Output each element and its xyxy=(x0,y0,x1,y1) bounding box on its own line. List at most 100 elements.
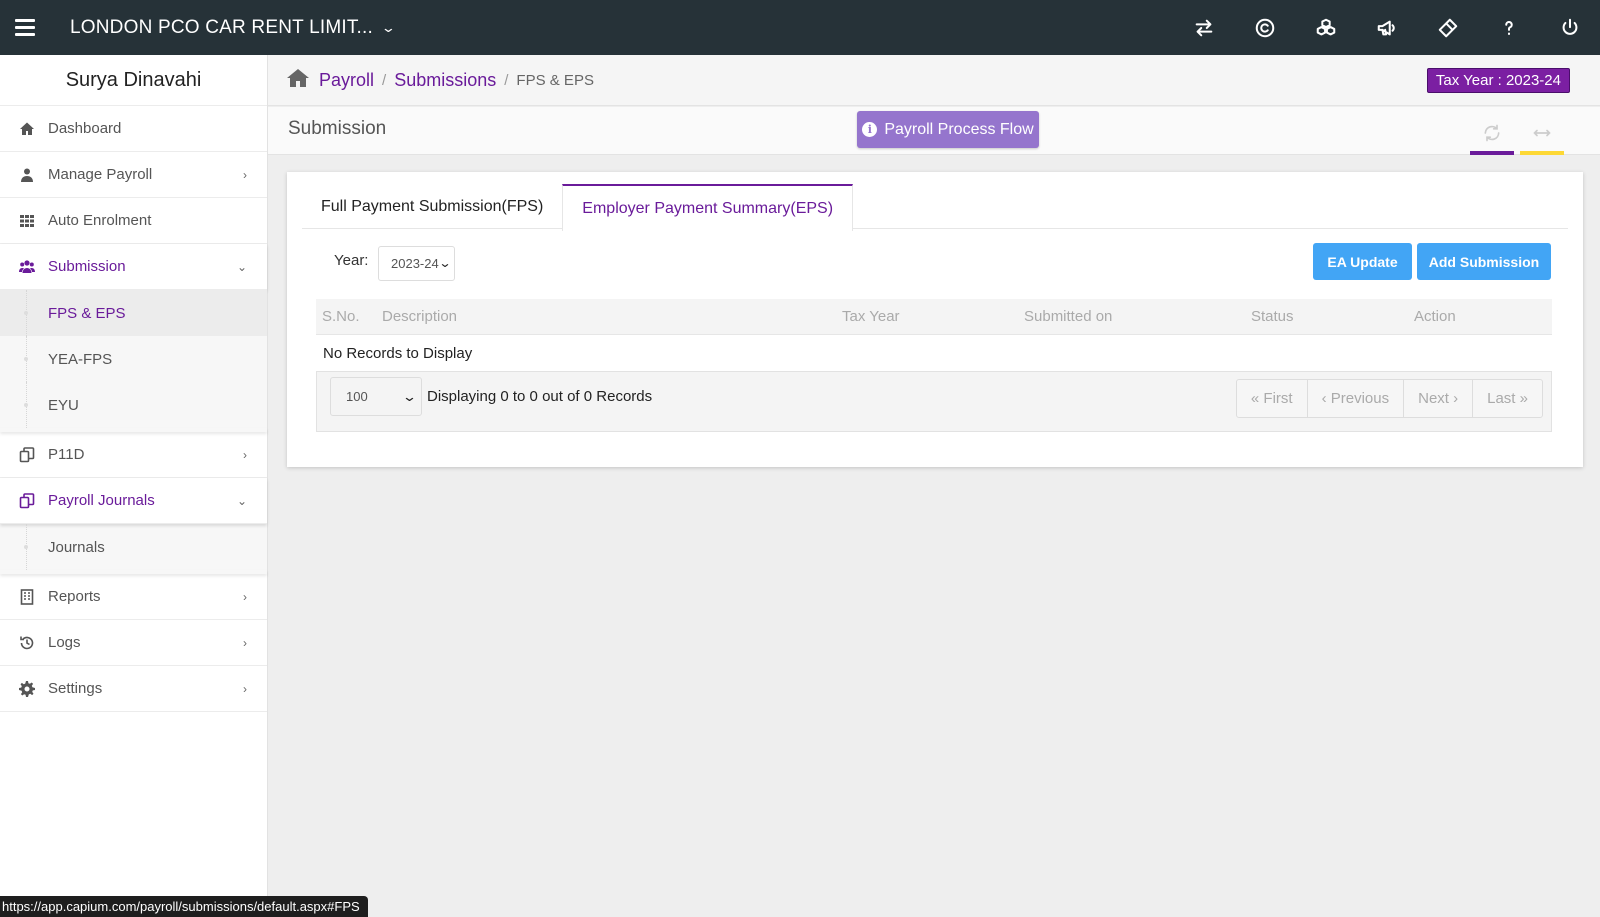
breadcrumb: Payroll / Submissions / FPS & EPS Tax Ye… xyxy=(268,55,1600,106)
sidebar-subitem-yea-fps[interactable]: YEA-FPS xyxy=(0,336,267,382)
submission-panel: Full Payment Submission(FPS) Employer Pa… xyxy=(287,172,1583,467)
sidebar-item-label: Manage Payroll xyxy=(48,166,153,183)
sidebar-item-auto-enrolment[interactable]: Auto Enrolment xyxy=(0,198,267,244)
pagination-bar: 100 ⌄ Displaying 0 to 0 out of 0 Records… xyxy=(316,371,1552,432)
home-icon xyxy=(18,120,36,138)
sidebar-item-label: Submission xyxy=(48,258,126,275)
page-header: Submission i Payroll Process Flow xyxy=(268,107,1600,155)
sidebar-item-label: Logs xyxy=(48,634,81,651)
sidebar-item-dashboard[interactable]: Dashboard xyxy=(0,106,267,152)
chevron-right-icon: › xyxy=(243,589,247,604)
journals-submenu: Journals xyxy=(0,524,267,570)
column-header-tax-year[interactable]: Tax Year xyxy=(842,308,900,325)
page-title: Submission xyxy=(288,118,387,139)
chevron-down-icon: ⌄ xyxy=(401,389,418,404)
chevron-right-icon: › xyxy=(243,447,247,462)
sidebar-item-label: Payroll Journals xyxy=(48,492,155,509)
sidebar-item-logs[interactable]: Logs › xyxy=(0,620,267,666)
submissions-table: S.No. Description Tax Year Submitted on … xyxy=(316,299,1552,432)
copy-icon xyxy=(18,492,36,510)
help-icon[interactable] xyxy=(1478,0,1539,55)
sidebar-subitem-label: Journals xyxy=(48,538,105,556)
sidebar-subitem-eyu[interactable]: EYU xyxy=(0,382,267,428)
top-icons xyxy=(1173,0,1600,55)
breadcrumb-submissions[interactable]: Submissions xyxy=(394,70,496,91)
history-icon xyxy=(18,634,36,652)
chevron-down-icon: ⌄ xyxy=(380,19,397,35)
column-header-action: Action xyxy=(1414,308,1456,325)
pagination-info: Displaying 0 to 0 out of 0 Records xyxy=(427,388,653,405)
year-select[interactable]: 2023-24 ⌄ xyxy=(378,246,455,281)
sidebar-item-label: P11D xyxy=(48,446,85,463)
breadcrumb-separator: / xyxy=(504,71,509,89)
sidebar-subitem-label: FPS & EPS xyxy=(48,304,126,322)
payroll-process-flow-button[interactable]: i Payroll Process Flow xyxy=(857,111,1039,148)
users-icon xyxy=(18,258,36,276)
ea-update-button[interactable]: EA Update xyxy=(1313,243,1412,280)
sidebar-item-manage-payroll[interactable]: Manage Payroll › xyxy=(0,152,267,198)
home-icon[interactable] xyxy=(287,68,309,93)
add-submission-button[interactable]: Add Submission xyxy=(1417,243,1551,280)
menu-toggle-icon[interactable] xyxy=(0,0,50,55)
tax-year-badge: Tax Year : 2023-24 xyxy=(1426,68,1570,93)
sidebar-subitem-fps-eps[interactable]: FPS & EPS xyxy=(0,290,267,336)
info-icon: i xyxy=(862,122,878,137)
sidebar-item-label: Dashboard xyxy=(48,120,122,137)
sidebar-item-submission[interactable]: Submission ⌄ xyxy=(0,244,267,290)
ticket-icon[interactable] xyxy=(1417,0,1478,55)
breadcrumb-separator: / xyxy=(382,71,387,89)
breadcrumb-payroll[interactable]: Payroll xyxy=(319,70,374,91)
empty-table-message: No Records to Display xyxy=(323,344,473,362)
company-selector[interactable]: LONDON PCO CAR RENT LIMIT... ⌄ xyxy=(70,16,397,39)
refresh-icon[interactable] xyxy=(1470,115,1514,155)
previous-page-button[interactable]: ‹ Previous xyxy=(1306,380,1404,417)
user-icon xyxy=(18,166,36,184)
top-bar: LONDON PCO CAR RENT LIMIT... ⌄ xyxy=(0,0,1600,55)
sidebar-item-label: Auto Enrolment xyxy=(48,212,152,229)
sidebar-item-settings[interactable]: Settings › xyxy=(0,666,267,712)
chevron-down-icon: ⌄ xyxy=(236,259,247,274)
tab-eps[interactable]: Employer Payment Summary(EPS) xyxy=(562,184,854,231)
gear-icon xyxy=(18,680,36,698)
column-header-sno[interactable]: S.No. xyxy=(322,308,360,325)
page-size-value: 100 xyxy=(346,389,368,404)
power-icon[interactable] xyxy=(1539,0,1600,55)
building-icon xyxy=(18,588,36,606)
year-label: Year: xyxy=(334,252,369,269)
column-header-submitted-on[interactable]: Submitted on xyxy=(1024,308,1112,325)
swap-icon[interactable] xyxy=(1173,0,1234,55)
tab-fps[interactable]: Full Payment Submission(FPS) xyxy=(302,184,562,229)
copy-icon xyxy=(18,446,36,464)
chevron-right-icon: › xyxy=(243,681,247,696)
chevron-down-icon: ⌄ xyxy=(438,256,452,270)
company-name: LONDON PCO CAR RENT LIMIT... xyxy=(70,16,373,38)
submission-tabs: Full Payment Submission(FPS) Employer Pa… xyxy=(302,184,1568,231)
first-page-button[interactable]: « First xyxy=(1237,380,1307,417)
status-bar-url: https://app.capium.com/payroll/submissio… xyxy=(0,896,368,917)
sidebar-item-label: Settings xyxy=(48,680,103,697)
year-select-value: 2023-24 xyxy=(391,256,439,271)
column-header-description[interactable]: Description xyxy=(382,308,457,325)
column-header-status[interactable]: Status xyxy=(1251,308,1294,325)
cubes-icon[interactable] xyxy=(1295,0,1356,55)
grid-icon xyxy=(18,212,36,230)
megaphone-icon[interactable] xyxy=(1356,0,1417,55)
sidebar-item-reports[interactable]: Reports › xyxy=(0,574,267,620)
user-name: Surya Dinavahi xyxy=(0,55,267,106)
sidebar-item-payroll-journals[interactable]: Payroll Journals ⌄ xyxy=(0,478,267,524)
sidebar-item-label: Reports xyxy=(48,588,101,605)
sidebar-item-p11d[interactable]: P11D › xyxy=(0,432,267,478)
breadcrumb-current: FPS & EPS xyxy=(516,71,594,89)
chevron-right-icon: › xyxy=(243,635,247,650)
last-page-button[interactable]: Last » xyxy=(1472,380,1542,417)
sidebar-subitem-label: YEA-FPS xyxy=(48,350,113,368)
pagination-controls: « First ‹ Previous Next › Last » xyxy=(1235,379,1543,418)
chevron-down-icon: ⌄ xyxy=(236,493,247,508)
next-page-button[interactable]: Next › xyxy=(1403,380,1472,417)
chevron-right-icon: › xyxy=(243,167,247,182)
sidebar-subitem-journals[interactable]: Journals xyxy=(0,524,267,570)
page-size-select[interactable]: 100 ⌄ xyxy=(330,377,422,416)
submission-submenu: FPS & EPS YEA-FPS EYU xyxy=(0,290,267,428)
copyright-icon[interactable] xyxy=(1234,0,1295,55)
expand-icon[interactable] xyxy=(1520,115,1564,155)
